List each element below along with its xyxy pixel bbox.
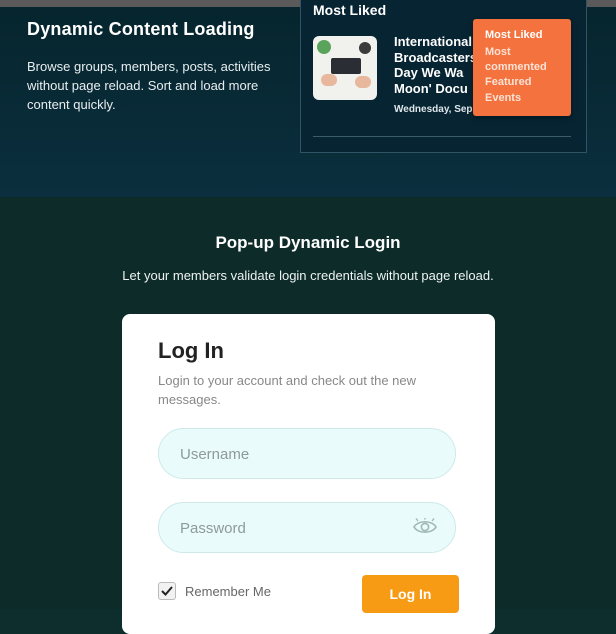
dynamic-content-description: Browse groups, members, posts, activitie… [27, 59, 271, 112]
cup-graphic [359, 42, 371, 54]
dropdown-option-most-liked[interactable]: Most Liked [485, 28, 542, 43]
most-liked-heading: Most Liked [313, 2, 387, 18]
login-card: Log In Login to your account and check o… [122, 314, 495, 634]
login-title: Log In [158, 338, 224, 363]
article-thumbnail[interactable] [313, 36, 377, 100]
remember-me-checkbox[interactable] [158, 582, 176, 600]
dropdown-option-most-commented[interactable]: Most commented [485, 45, 565, 75]
popup-login-description: Let your members validate login credenti… [122, 268, 494, 283]
keyboard-graphic [331, 58, 361, 74]
hand-graphic [355, 76, 371, 88]
dynamic-content-section: Dynamic Content Loading Browse groups, m… [0, 0, 616, 197]
login-button[interactable]: Log In [362, 575, 459, 613]
dropdown-option-featured[interactable]: Featured [485, 75, 531, 90]
article-date: Wednesday, Sep [394, 104, 473, 115]
username-field [158, 428, 456, 480]
username-input[interactable] [178, 429, 422, 480]
plant-graphic [317, 40, 331, 54]
password-input[interactable] [178, 503, 422, 554]
check-icon [161, 586, 173, 596]
hand-graphic [321, 74, 337, 86]
dynamic-content-title: Dynamic Content Loading [27, 19, 255, 39]
remember-me: Remember Me [158, 582, 271, 600]
widget-divider [313, 136, 571, 137]
login-subtitle: Login to your account and check out the … [158, 373, 417, 407]
remember-me-label: Remember Me [185, 583, 271, 599]
dropdown-option-events[interactable]: Events [485, 91, 521, 106]
eye-icon[interactable] [413, 518, 437, 536]
popup-login-title: Pop-up Dynamic Login [215, 233, 401, 252]
password-field [158, 502, 456, 554]
sort-dropdown-menu: Most Liked Most commented Featured Event… [473, 19, 571, 116]
